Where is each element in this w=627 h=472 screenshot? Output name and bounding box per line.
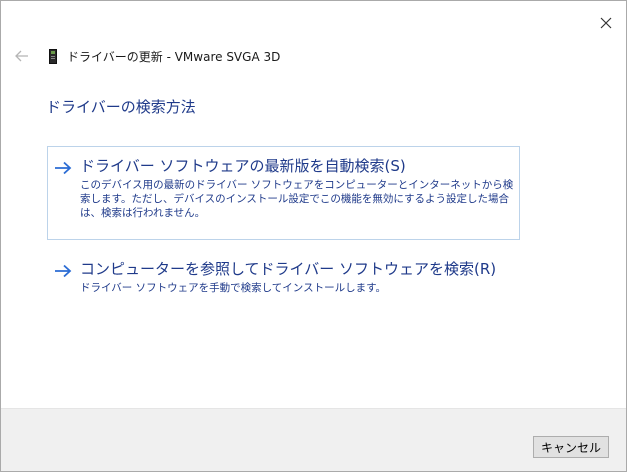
cancel-button[interactable]: キャンセル (533, 436, 609, 458)
arrow-right-icon (55, 161, 72, 175)
arrow-right-icon (55, 264, 72, 278)
close-icon (600, 17, 612, 29)
option-description: このデバイス用の最新のドライバー ソフトウェアをコンピューターとインターネットか… (80, 179, 514, 219)
option-browse-computer[interactable]: コンピューターを参照してドライバー ソフトウェアを検索(R) ドライバー ソフト… (47, 254, 520, 302)
driver-update-dialog: ドライバーの更新 - VMware SVGA 3D ドライバーの検索方法 ドライ… (0, 0, 627, 472)
dialog-header: ドライバーの更新 - VMware SVGA 3D (15, 45, 280, 67)
back-arrow-icon (15, 50, 28, 62)
page-heading: ドライバーの検索方法 (46, 98, 196, 116)
option-title: コンピューターを参照してドライバー ソフトウェアを検索(R) (80, 260, 497, 278)
dialog-title: ドライバーの更新 - VMware SVGA 3D (67, 49, 281, 64)
close-button[interactable] (594, 11, 618, 35)
display-adapter-icon (49, 48, 59, 64)
dialog-footer: キャンセル (1, 408, 626, 471)
option-auto-search[interactable]: ドライバー ソフトウェアの最新版を自動検索(S) このデバイス用の最新のドライバ… (47, 146, 520, 240)
back-button[interactable] (15, 48, 31, 64)
option-title: ドライバー ソフトウェアの最新版を自動検索(S) (80, 157, 406, 175)
option-description: ドライバー ソフトウェアを手動で検索してインストールします。 (80, 282, 387, 294)
